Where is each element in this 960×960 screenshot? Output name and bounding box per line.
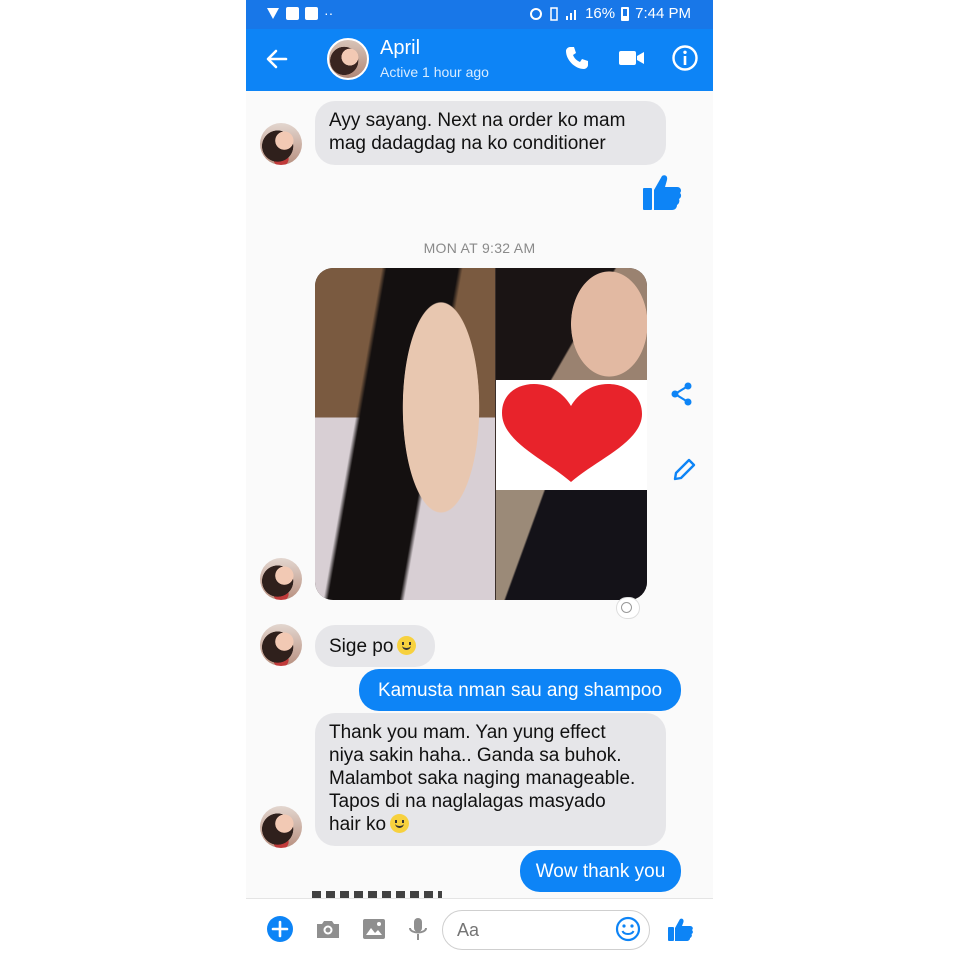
video-icon[interactable]: [616, 43, 646, 73]
dots-icon: ··: [324, 5, 334, 21]
share-icon[interactable]: [669, 381, 695, 407]
emoji-icon[interactable]: [614, 915, 642, 943]
photo-top-right: [496, 268, 647, 380]
smile-emoji-icon: [397, 636, 417, 655]
message-text: Thank you mam. Yan yung effect niya saki…: [329, 722, 636, 835]
facebook-icon: [286, 6, 299, 20]
edit-pencil-icon[interactable]: [671, 457, 697, 483]
cut-off-text: [312, 891, 442, 898]
back-arrow-icon[interactable]: [264, 44, 290, 74]
contact-avatar-small[interactable]: [260, 806, 302, 848]
battery-icon: [621, 6, 630, 21]
add-reaction-icon[interactable]: [616, 597, 640, 619]
plus-icon[interactable]: [266, 915, 294, 943]
conversation-header: April Active 1 hour ago: [246, 29, 713, 91]
signal-icon: [566, 9, 577, 20]
image-icon: [305, 6, 318, 20]
timestamp: MON AT 9:32 AM: [423, 240, 536, 256]
contact-avatar-small[interactable]: [260, 558, 302, 600]
phone-icon[interactable]: [562, 43, 592, 73]
photo-main: [315, 268, 495, 600]
status-bar: ·· 16% 7:44 PM: [246, 0, 713, 29]
shield-icon: [267, 8, 279, 19]
heart-overlay: [496, 380, 647, 490]
message-text: Sige po: [329, 636, 394, 657]
contact-avatar-small[interactable]: [260, 123, 302, 165]
incoming-message[interactable]: Thank you mam. Yan yung effect niya saki…: [315, 713, 666, 846]
thumbs-up-icon: [643, 175, 682, 210]
incoming-message[interactable]: Sige po: [315, 625, 435, 667]
alarm-icon: [530, 7, 543, 20]
like-icon[interactable]: [666, 915, 694, 943]
camera-icon[interactable]: [314, 915, 342, 943]
contact-avatar[interactable]: [327, 38, 369, 80]
contact-name[interactable]: April: [380, 37, 420, 60]
heart-icon: [502, 384, 642, 482]
battery-percent: 16%: [585, 5, 616, 22]
photo-collage-message[interactable]: [315, 268, 647, 600]
message-composer: [246, 898, 713, 960]
smile-emoji-icon: [390, 814, 410, 833]
contact-avatar-small[interactable]: [260, 624, 302, 666]
microphone-icon[interactable]: [404, 915, 432, 943]
gallery-icon[interactable]: [360, 915, 388, 943]
active-status: Active 1 hour ago: [380, 64, 489, 80]
outgoing-message[interactable]: Wow thank you: [520, 850, 681, 892]
photo-bottom-right: [496, 490, 647, 600]
messenger-screen: ·· 16% 7:44 PM April Active 1 hour ago A…: [246, 0, 713, 960]
incoming-message[interactable]: Ayy sayang. Next na order ko mam mag dad…: [315, 101, 666, 165]
clock: 7:44 PM: [635, 5, 691, 22]
vibrate-icon: [550, 6, 558, 21]
info-icon[interactable]: [670, 43, 700, 73]
outgoing-message[interactable]: Kamusta nman sau ang shampoo: [359, 669, 681, 711]
